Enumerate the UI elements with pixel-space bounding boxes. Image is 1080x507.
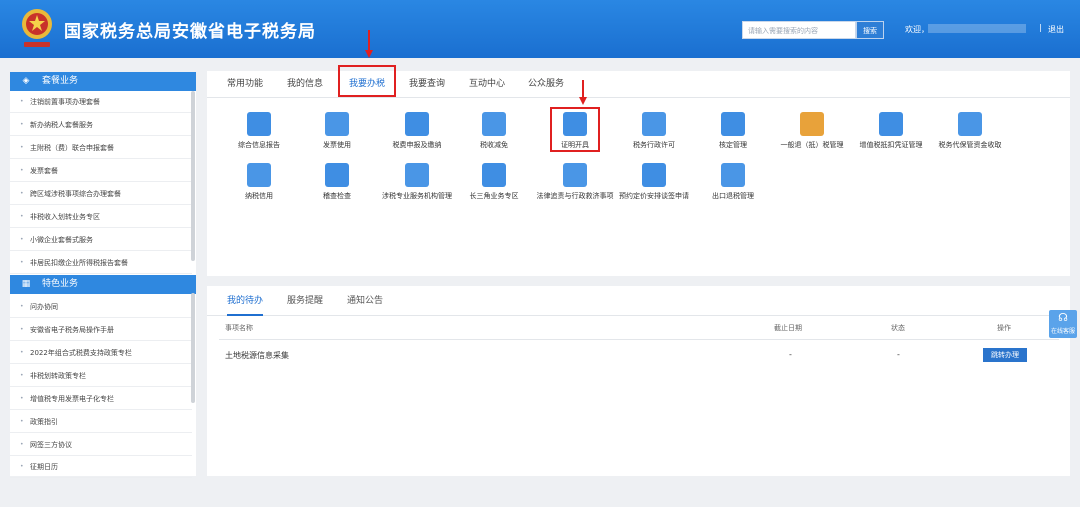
left-sidebar: ◈ 套餐业务 注销前置事项办理套餐 新办纳税人套餐服务 主附税（费）联合申报套餐… [10, 72, 196, 478]
sidebar-item[interactable]: 注销前置事项办理套餐 [10, 91, 192, 113]
invoice-icon [325, 112, 349, 136]
tile-vat-deduction[interactable]: 增值税抵扣凭证管理 [850, 112, 932, 162]
tab-common[interactable]: 常用功能 [219, 71, 271, 98]
user-card-icon [247, 163, 271, 187]
sidebar-section-package[interactable]: ◈ 套餐业务 [10, 72, 196, 91]
sidebar-item[interactable]: 跨区域涉税事项综合办理套餐 [10, 183, 192, 205]
tile-export-refund[interactable]: 出口退税管理 [692, 163, 774, 213]
sidebar-item[interactable]: 主附税（费）联合申报套餐 [10, 137, 192, 159]
document-icon [247, 112, 271, 136]
top-header: 国家税务总局安徽省电子税务局 请输入需要搜索的内容 搜索 欢迎， | 退出 [0, 0, 1080, 58]
welcome-text: 欢迎， [905, 25, 929, 34]
tax-emblem-icon [22, 9, 52, 47]
tab-interaction[interactable]: 互动中心 [461, 71, 513, 98]
person-icon [721, 163, 745, 187]
sidebar-item[interactable]: 小微企业套餐式服务 [10, 229, 192, 251]
tile-credit[interactable]: 纳税信用 [218, 163, 300, 213]
inspect-icon [325, 163, 349, 187]
headset-icon: ☊ [1058, 311, 1068, 324]
annotation-arrow [582, 80, 584, 98]
sidebar-section-label: 套餐业务 [42, 76, 79, 86]
agency-icon [405, 163, 429, 187]
online-service-label: 在线客服 [1050, 328, 1075, 335]
shield-icon [958, 112, 982, 136]
tile-tax-refund[interactable]: 一般退（抵）税管理 [771, 112, 853, 162]
user-doc-icon [721, 112, 745, 136]
annotation-arrow-head [365, 50, 373, 58]
tile-service-agency[interactable]: 涉税专业服务机构管理 [376, 163, 458, 213]
declaration-icon [405, 112, 429, 136]
todo-item-deadline: - [789, 350, 792, 359]
grid-icon: ▦ [21, 279, 31, 289]
sidebar-scrollbar[interactable] [191, 91, 195, 261]
tile-comprehensive-report[interactable]: 综合信息报告 [218, 112, 300, 162]
header-separator: | [1039, 23, 1042, 32]
tab-service-reminder[interactable]: 服务提醒 [287, 286, 323, 316]
annotation-arrow [368, 30, 370, 50]
reduction-icon [482, 112, 506, 136]
tab-my-todo[interactable]: 我的待办 [227, 286, 264, 316]
tile-tax-declaration[interactable]: 税费申报及缴纳 [376, 112, 458, 162]
todo-item-status: - [897, 350, 900, 359]
sidebar-item[interactable]: 安徽省电子税务局操作手册 [10, 319, 192, 341]
tab-public-service[interactable]: 公众服务 [520, 71, 572, 98]
main-tabs: 常用功能 我的信息 我要办税 我要查询 互动中心 公众服务 [207, 65, 1070, 98]
column-header-action: 操作 [997, 324, 1011, 332]
sidebar-item[interactable]: 非居民扣缴企业所得税报告套餐 [10, 252, 192, 274]
tile-inspection[interactable]: 稽查检查 [296, 163, 378, 213]
tab-highlight-box [338, 65, 396, 97]
sidebar-item[interactable]: 新办纳税人套餐服务 [10, 114, 192, 136]
search-input[interactable]: 请输入需要搜索的内容 [742, 21, 856, 39]
layers-icon: ◈ [22, 76, 30, 86]
table-divider [219, 339, 1059, 340]
sidebar-item[interactable]: 非税收入划转业务专区 [10, 206, 192, 228]
tile-assessment[interactable]: 核定管理 [692, 112, 774, 162]
tile-yangtze-delta[interactable]: 长三角业务专区 [453, 163, 535, 213]
column-header-name: 事项名称 [225, 324, 253, 332]
region-icon [482, 163, 506, 187]
column-header-deadline: 截止日期 [774, 324, 802, 332]
chart-icon [642, 112, 666, 136]
tab-query[interactable]: 我要查询 [401, 71, 453, 98]
tile-legal-remedy[interactable]: 法律追责与行政救济事项 [534, 163, 616, 213]
annotation-arrow-head [579, 97, 587, 105]
refund-icon [800, 112, 824, 136]
sidebar-section-label: 特色业务 [42, 279, 79, 289]
sidebar-item[interactable]: 问办协同 [10, 296, 192, 318]
tab-notice[interactable]: 通知公告 [347, 286, 383, 316]
tile-tax-reduction[interactable]: 税收减免 [453, 112, 535, 162]
go-handle-button[interactable]: 跳转办理 [983, 348, 1027, 362]
server-icon [879, 112, 903, 136]
logout-link[interactable]: 退出 [1048, 24, 1064, 35]
online-service-button[interactable]: ☊ 在线客服 [1049, 310, 1077, 338]
todo-panel: 我的待办 服务提醒 通知公告 事项名称 截止日期 状态 操作 土地税源信息采集 … [207, 286, 1070, 476]
sidebar-item[interactable]: 发票套餐 [10, 160, 192, 182]
tile-custody-funds[interactable]: 税务代保管资金收取 [929, 112, 1011, 162]
user-name-masked [928, 24, 1026, 33]
sidebar-item[interactable]: 政策指引 [10, 411, 192, 433]
tile-pricing-agreement[interactable]: 预约定价安排谈签申请 [613, 163, 695, 213]
person-icon [642, 163, 666, 187]
sidebar-item[interactable]: 网签三方协议 [10, 434, 192, 456]
function-panel: 常用功能 我的信息 我要办税 我要查询 互动中心 公众服务 综合信息报告 发票使… [207, 65, 1070, 276]
tile-admin-license[interactable]: 税务行政许可 [613, 112, 695, 162]
sidebar-item[interactable]: 2022年组合式税费支持政策专栏 [10, 342, 192, 364]
tile-highlight-box [550, 107, 600, 152]
column-header-status: 状态 [891, 324, 905, 332]
sidebar-item[interactable]: 征期日历 [10, 456, 192, 478]
todo-tabs: 我的待办 服务提醒 通知公告 [207, 286, 1070, 316]
sidebar-item[interactable]: 增值税专用发票电子化专栏 [10, 388, 192, 410]
todo-item-name: 土地税源信息采集 [225, 351, 289, 360]
site-title: 国家税务总局安徽省电子税务局 [64, 22, 316, 42]
sidebar-scrollbar[interactable] [191, 293, 195, 403]
search-button[interactable]: 搜索 [856, 21, 884, 39]
tab-my-info[interactable]: 我的信息 [279, 71, 331, 98]
sidebar-section-featured[interactable]: ▦ 特色业务 [10, 275, 196, 294]
person-icon [563, 163, 587, 187]
tile-invoice-use[interactable]: 发票使用 [296, 112, 378, 162]
sidebar-item[interactable]: 非税划转政策专栏 [10, 365, 192, 387]
